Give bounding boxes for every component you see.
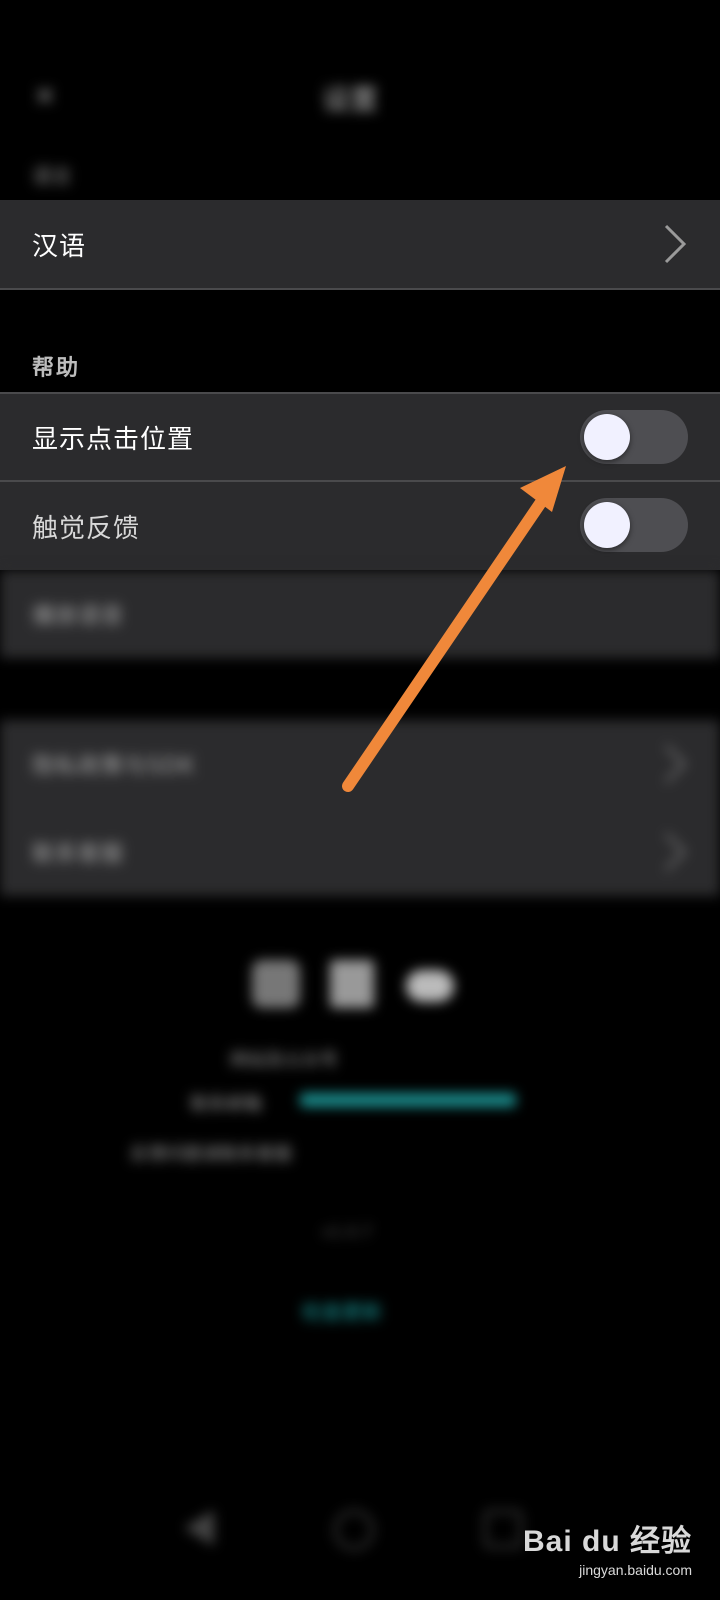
settings-screen: ✕ 设置 语言 汉语 帮助 显示点击位置 触觉反馈 播放语音 隐私政策与SDK [0, 0, 720, 1600]
privacy-label: 隐私政策与SDK [32, 754, 196, 779]
back-icon[interactable] [184, 1510, 214, 1546]
baidu-watermark: Bai du 经验 jingyan.baidu.com [523, 1516, 692, 1578]
chevron-right-icon [664, 832, 687, 872]
update-link[interactable]: 检查更新 [302, 1296, 382, 1325]
toggle-knob [584, 414, 630, 460]
notice-line: 反馈问题请联系客服 [130, 1144, 292, 1165]
support-row[interactable]: 联系客服 [0, 808, 720, 896]
home-icon[interactable] [334, 1510, 374, 1550]
show-touch-label: 显示点击位置 [32, 424, 195, 455]
divider [0, 288, 720, 290]
voice-row[interactable]: 播放语音 [0, 570, 720, 658]
toggle-knob [584, 502, 630, 548]
voice-label: 播放语音 [32, 604, 125, 629]
version-text: v1.0.7 [322, 1222, 373, 1241]
show-touch-toggle[interactable] [580, 410, 688, 464]
haptic-toggle[interactable] [580, 498, 688, 552]
chevron-right-icon [664, 744, 687, 784]
chevron-right-icon [664, 224, 687, 264]
support-label: 联系客服 [32, 842, 125, 867]
language-row[interactable]: 汉语 [0, 200, 720, 288]
close-icon[interactable]: ✕ [34, 84, 60, 110]
privacy-row[interactable]: 隐私政策与SDK [0, 720, 720, 808]
watermark-url: jingyan.baidu.com [579, 1562, 692, 1578]
haptic-row[interactable]: 触觉反馈 [0, 482, 720, 570]
email-line: 联系邮箱 [190, 1094, 262, 1115]
section-label-help: 帮助 [32, 356, 81, 381]
show-touch-row[interactable]: 显示点击位置 [0, 394, 720, 480]
email-link[interactable] [300, 1093, 516, 1107]
language-value: 汉语 [32, 231, 87, 262]
cloud-icon[interactable] [406, 970, 454, 1002]
company-line: 网站及公众号 [230, 1050, 338, 1071]
recent-icon[interactable] [484, 1510, 522, 1548]
section-label-language: 语言 [32, 164, 72, 188]
haptic-label: 触觉反馈 [32, 513, 141, 544]
app-icon[interactable] [252, 960, 300, 1008]
tiktok-icon[interactable] [330, 960, 374, 1008]
page-title: 设置 [322, 83, 379, 116]
watermark-logo: Bai du 经验 [522, 1525, 692, 1558]
